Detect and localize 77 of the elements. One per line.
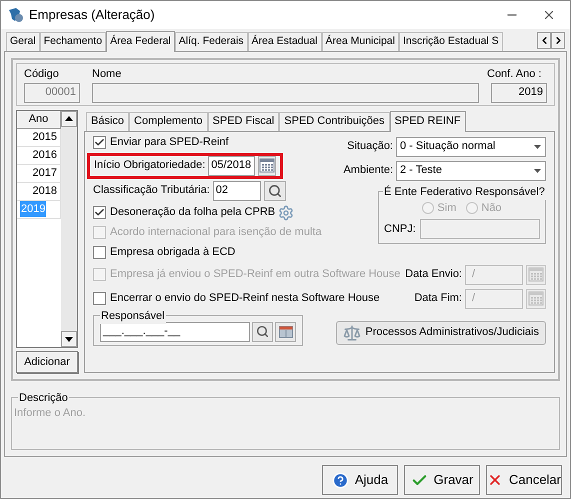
group-title: É Ente Federativo Responsável? (383, 184, 546, 200)
tab[interactable]: Fechamento (40, 32, 106, 51)
help-button[interactable]: Ajuda (322, 465, 398, 495)
field-label: Código (24, 67, 60, 82)
scroll-left-button[interactable] (537, 32, 551, 49)
app-icon (7, 7, 24, 23)
cpf-field[interactable]: ___.___.___-__ (100, 322, 250, 342)
code-field: 00001 (24, 82, 80, 102)
classification-field[interactable]: 02 (212, 180, 261, 200)
field-label: Data Envio: (405, 267, 462, 282)
search-icon (256, 325, 269, 338)
tab[interactable]: Área Estadual (248, 32, 322, 51)
dropdown-arrow-icon (534, 168, 540, 172)
tab[interactable]: Área Federal (106, 31, 175, 52)
search-button[interactable] (264, 180, 286, 200)
calendar-button[interactable] (258, 156, 276, 176)
calendar-icon (528, 291, 544, 306)
search-icon (268, 184, 282, 198)
help-icon (332, 472, 349, 488)
scroll-down-button[interactable] (61, 331, 77, 348)
column-header: Ano (17, 110, 61, 128)
checkbox-label: Empresa já enviou o SPED-Reinf em outra Software House (110, 267, 400, 282)
dropdown[interactable]: 2 - Teste (396, 160, 546, 180)
table-icon (278, 326, 292, 338)
field-label: Nome (92, 67, 122, 82)
checkbox-label: Acordo internacional para isenção de multa (110, 225, 322, 240)
tab[interactable]: SPED REINF (390, 110, 466, 132)
dropdown[interactable]: 0 - Situação normal (396, 136, 546, 156)
cancel-button[interactable]: Cancelar (486, 465, 562, 495)
field-label: Conf. Ano : (487, 67, 542, 82)
tab[interactable]: Geral (6, 32, 40, 51)
description-text: Informe o Ano. (14, 407, 86, 420)
checkbox-label: Desoneração da folha pela CPRB (110, 205, 276, 220)
field-label: CNPJ: (384, 222, 416, 237)
date-field[interactable]: 05/2018 (208, 156, 255, 176)
scales-icon (343, 324, 362, 342)
group-title: Responsável (100, 308, 166, 324)
checkbox-label: Enviar para SPED-Reinf (110, 135, 229, 150)
field-label: Situação: (347, 139, 393, 154)
checkbox[interactable] (93, 206, 106, 219)
check-icon (94, 137, 105, 148)
down-arrow-icon (65, 336, 73, 342)
checkbox[interactable] (93, 246, 106, 259)
dropdown-arrow-icon (534, 144, 540, 148)
field-label: Ambiente: (343, 163, 393, 178)
check-icon (94, 207, 105, 218)
tab[interactable]: SPED Fiscal (208, 112, 280, 130)
tab[interactable]: Complemento (129, 112, 208, 130)
calendar-icon (528, 267, 544, 282)
tab[interactable]: Básico (86, 112, 130, 130)
tab[interactable]: Alíq. Federais (174, 32, 248, 51)
calendar-icon (259, 158, 275, 173)
checkbox[interactable] (93, 292, 106, 305)
window-title: Empresas (Alteração) (29, 6, 155, 24)
checkbox[interactable] (93, 136, 106, 149)
save-button[interactable]: Gravar (404, 465, 480, 495)
search-button[interactable] (252, 322, 273, 342)
table-button[interactable] (275, 322, 296, 342)
field-label: Data Fim: (414, 291, 462, 306)
processes-button[interactable]: Processos Administrativos/Judiciais (336, 320, 546, 344)
close-icon[interactable] (542, 8, 556, 22)
checkbox-label: Encerrar o envio do SPED-Reinf nesta Software House (110, 291, 380, 306)
add-button[interactable]: Adicionar (16, 351, 78, 374)
up-arrow-icon (65, 116, 73, 121)
field-label: Início Obrigatoriedade: (94, 158, 206, 174)
field-label: Classificação Tributária: (93, 183, 210, 198)
tab[interactable]: Área Municipal (322, 32, 399, 51)
radio-label: Sim (437, 200, 456, 216)
radio-label: Não (481, 200, 502, 216)
tab[interactable]: SPED Contribuições (279, 112, 390, 130)
scroll-right-button[interactable] (551, 32, 565, 49)
tab[interactable]: Inscrição Estadual S (398, 32, 503, 51)
year-field: 2019 (491, 82, 547, 102)
settings-icon[interactable] (278, 204, 294, 220)
scroll-up-button[interactable] (61, 110, 77, 126)
checkbox-label: Empresa obrigada à ECD (110, 245, 236, 260)
scrollbar[interactable] (61, 110, 77, 348)
